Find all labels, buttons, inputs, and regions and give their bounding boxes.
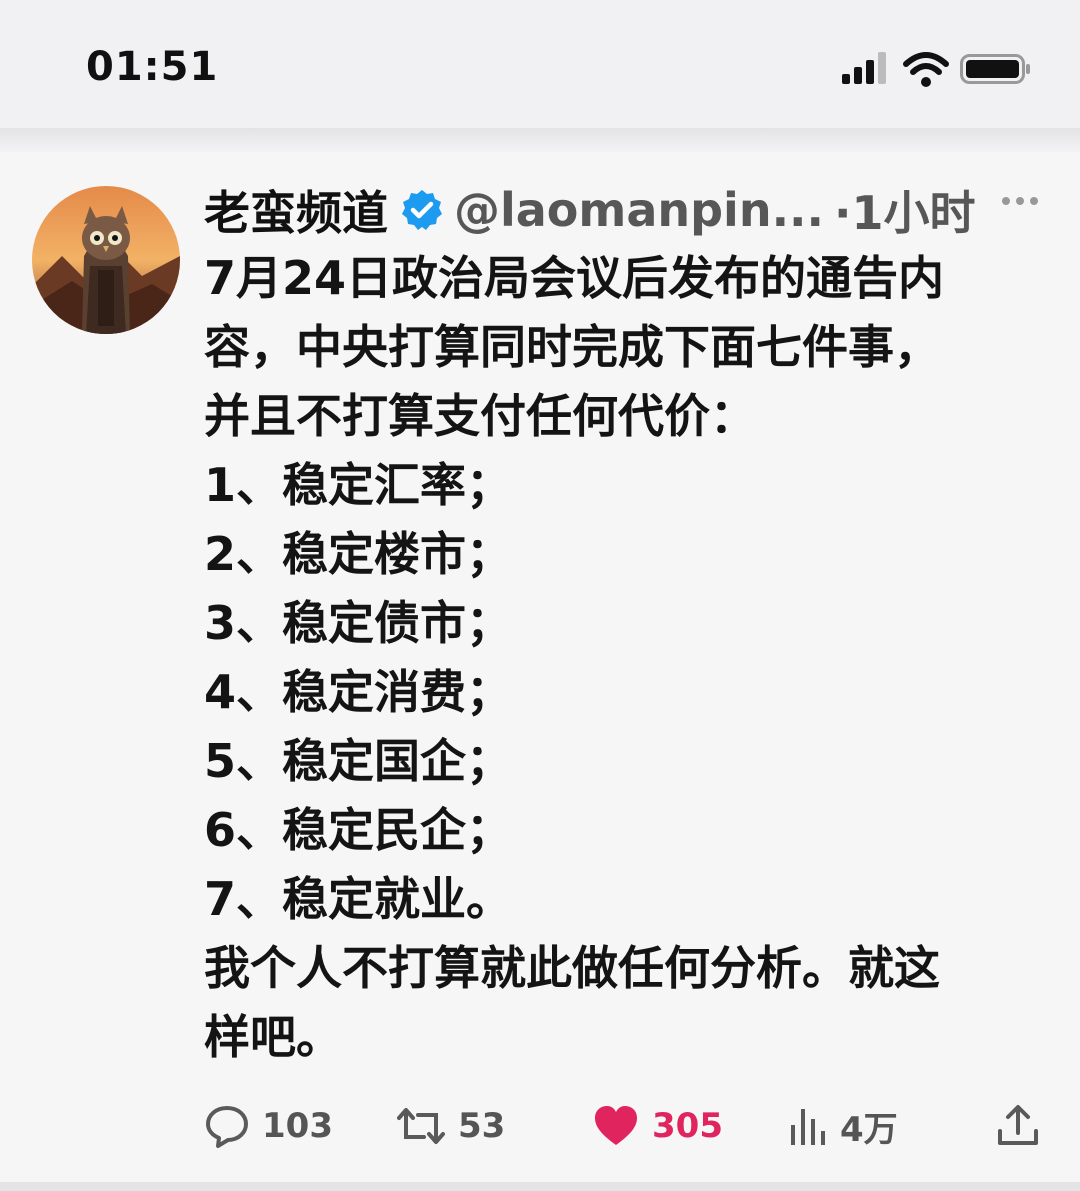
tweet-line: 7、稳定就业。 — [204, 872, 513, 926]
author-name[interactable]: 老蛮频道 — [204, 177, 388, 243]
tweet-line: 3、稳定债市； — [204, 596, 513, 650]
tweet-line: 7月24日政治局会议后发布的通告内 — [204, 251, 945, 305]
verified-badge-icon — [402, 190, 442, 230]
like-button[interactable]: 305 — [592, 1096, 723, 1156]
reply-icon — [206, 1106, 248, 1148]
tweet-line: 并且不打算支付任何代价： — [204, 389, 756, 443]
retweet-count: 53 — [458, 1106, 506, 1146]
tweet-line: 我个人不打算就此做任何分析。就这 — [204, 941, 940, 995]
reply-count: 103 — [262, 1106, 333, 1146]
status-time: 01:51 — [86, 44, 219, 90]
tweet-line: 6、稳定民企； — [204, 803, 513, 857]
heart-icon — [595, 1106, 637, 1145]
views-count: 4万 — [840, 1109, 898, 1150]
views-button[interactable]: 4万 — [788, 1096, 898, 1156]
author-handle[interactable]: @laomanpin... — [454, 183, 824, 237]
avatar[interactable] — [32, 186, 180, 334]
status-bar: 01:51 — [0, 0, 1080, 130]
like-count: 305 — [652, 1106, 723, 1146]
more-icon[interactable] — [1000, 194, 1040, 208]
tweet-line: 4、稳定消费； — [204, 665, 513, 719]
tweet-text: 7月24日政治局会议后发布的通告内 容，中央打算同时完成下面七件事， 并且不打算… — [204, 244, 1024, 1072]
views-icon — [791, 1109, 825, 1145]
tweet-line: 1、稳定汇率； — [204, 458, 513, 512]
tweet-header: 老蛮频道 @laomanpin... ·1小时 — [204, 180, 1054, 240]
tweet-line: 容，中央打算同时完成下面七件事， — [204, 320, 940, 374]
tweet-card[interactable]: 老蛮频道 @laomanpin... ·1小时 7月24日政治局会议后发布的通告… — [0, 152, 1080, 1182]
owl-avatar-image — [32, 186, 180, 334]
status-divider — [0, 128, 1080, 152]
wifi-icon — [903, 52, 949, 87]
tweet-time[interactable]: ·1小时 — [834, 177, 975, 243]
signal-icon — [842, 52, 886, 84]
tweet-line: 5、稳定国企； — [204, 734, 513, 788]
share-button[interactable] — [996, 1096, 1040, 1156]
bottom-divider — [0, 1182, 1080, 1191]
share-icon — [998, 1105, 1038, 1145]
tweet-line: 样吧。 — [204, 1010, 342, 1064]
tweet-line: 2、稳定楼市； — [204, 527, 513, 581]
reply-button[interactable]: 103 — [204, 1096, 333, 1156]
retweet-icon — [397, 1108, 445, 1144]
retweet-button[interactable]: 53 — [396, 1096, 505, 1156]
battery-icon — [960, 54, 1030, 84]
tweet-actions: 103 53 305 4万 — [204, 1096, 1054, 1156]
